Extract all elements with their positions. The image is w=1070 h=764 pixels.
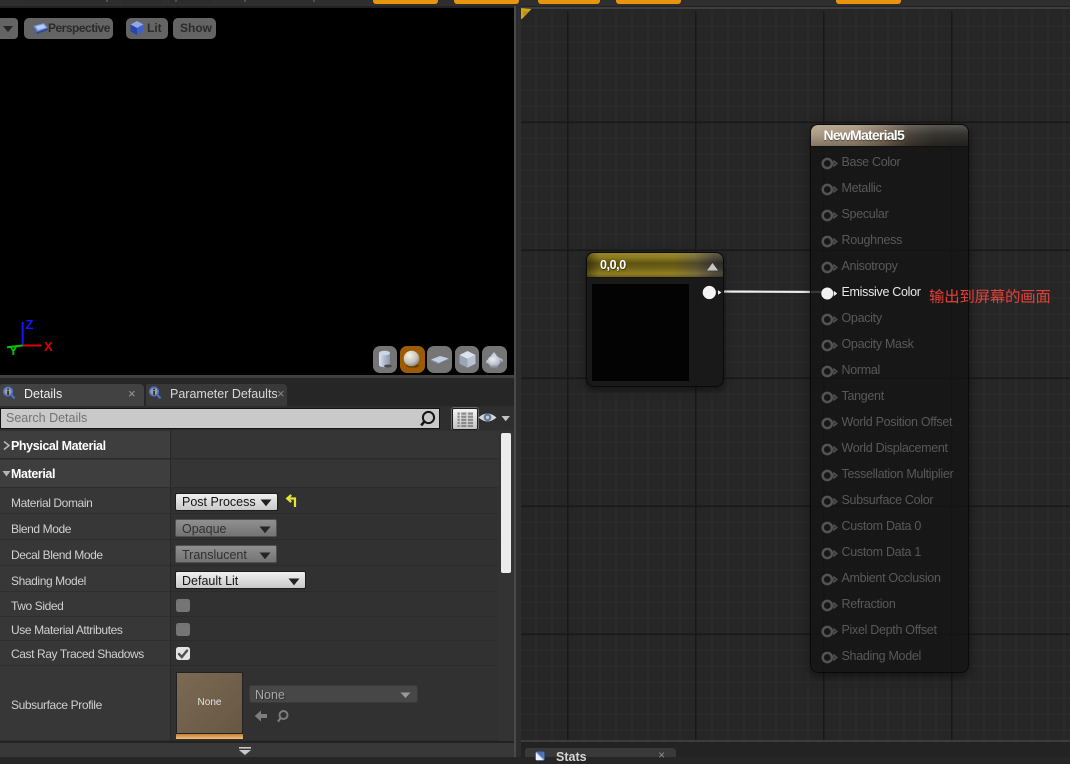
svg-text:Z: Z [26,317,34,332]
svg-text:X: X [44,339,53,354]
svg-text:Y: Y [9,343,18,358]
